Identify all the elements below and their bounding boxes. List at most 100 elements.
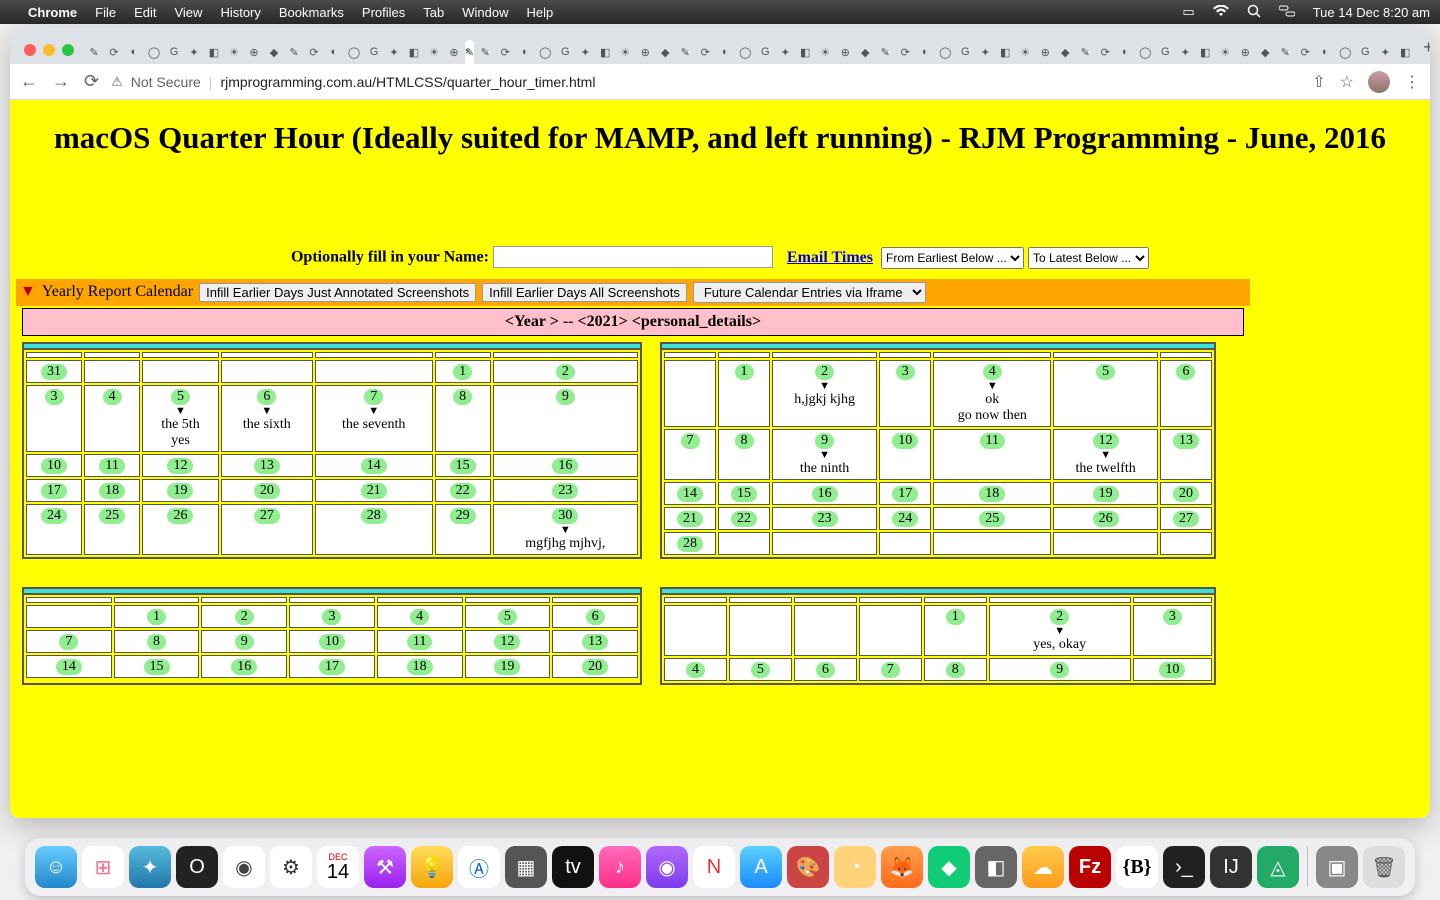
calendar-cell[interactable]: 16: [772, 482, 877, 505]
tab-inactive[interactable]: ✦: [776, 40, 794, 64]
calendar-cell[interactable]: 18: [933, 482, 1051, 505]
tab-inactive[interactable]: ◧: [996, 40, 1014, 64]
calendar-cell[interactable]: 1: [718, 360, 770, 427]
tab-inactive[interactable]: ◆: [265, 40, 283, 64]
calendar-cell[interactable]: 23: [493, 479, 638, 502]
email-times-link[interactable]: Email Times: [787, 249, 873, 266]
spotlight-icon[interactable]: [1247, 4, 1261, 21]
dock-launchpad-icon[interactable]: ⊞: [82, 846, 124, 888]
tab-inactive[interactable]: ☀: [1016, 40, 1034, 64]
calendar-cell[interactable]: 4: [377, 605, 463, 628]
battery-icon[interactable]: ▭: [1182, 4, 1194, 20]
calendar-cell[interactable]: [664, 360, 716, 427]
calendar-cell[interactable]: [1053, 532, 1157, 555]
calendar-cell[interactable]: 27: [221, 504, 313, 555]
tab-inactive[interactable]: ◧: [1196, 40, 1214, 64]
calendar-cell[interactable]: 28: [315, 504, 433, 555]
dock-calendar-icon[interactable]: DEC 14: [317, 846, 359, 888]
calendar-cell[interactable]: 25: [933, 507, 1051, 530]
calendar-cell[interactable]: [879, 532, 931, 555]
calendar-cell[interactable]: 30▼mgfjhg mjhvj,: [493, 504, 638, 555]
share-icon[interactable]: ⇧: [1312, 72, 1325, 92]
calendar-cell[interactable]: [142, 360, 219, 383]
tab-inactive[interactable]: ✦: [576, 40, 594, 64]
dock-podcasts-icon[interactable]: ◉: [646, 846, 688, 888]
dock-chrome-icon[interactable]: ◉: [223, 846, 265, 888]
calendar-cell[interactable]: 17: [879, 482, 931, 505]
tab-inactive[interactable]: ☀: [816, 40, 834, 64]
calendar-cell[interactable]: 31: [26, 360, 82, 383]
tab-inactive[interactable]: ⟳: [896, 40, 914, 64]
calendar-cell[interactable]: [794, 605, 857, 656]
dock-app-3-icon[interactable]: ◆: [928, 846, 970, 888]
calendar-cell[interactable]: 16: [493, 454, 638, 477]
tab-inactive[interactable]: ✦: [976, 40, 994, 64]
menu-window[interactable]: Window: [462, 5, 508, 20]
tab-inactive[interactable]: ◯: [1136, 40, 1154, 64]
new-tab-button[interactable]: +: [1415, 37, 1430, 64]
calendar-cell[interactable]: 3: [1133, 605, 1212, 656]
tab-inactive[interactable]: ✦: [1176, 40, 1194, 64]
dock-intellij-icon[interactable]: IJ: [1210, 846, 1252, 888]
dock-downloads-icon[interactable]: ▣: [1316, 846, 1358, 888]
calendar-cell[interactable]: 19: [142, 479, 219, 502]
tab-inactive[interactable]: ✎: [876, 40, 894, 64]
calendar-cell[interactable]: 6: [1160, 360, 1212, 427]
tab-inactive[interactable]: ⊕: [836, 40, 854, 64]
calendar-cell[interactable]: 10: [1133, 658, 1212, 681]
calendar-cell[interactable]: 2▼yes, okay: [989, 605, 1131, 656]
tab-inactive[interactable]: ◯: [736, 40, 754, 64]
dock-app-4-icon[interactable]: ◧: [975, 846, 1017, 888]
calendar-cell[interactable]: 7: [26, 630, 112, 653]
tab-inactive[interactable]: ⊕: [445, 40, 463, 64]
zoom-window-button[interactable]: [62, 44, 74, 56]
calendar-cell[interactable]: 14: [315, 454, 433, 477]
calendar-cell[interactable]: 17: [26, 479, 82, 502]
dock-firefox-icon[interactable]: 🦊: [881, 846, 923, 888]
dock-opera-icon[interactable]: O: [176, 846, 218, 888]
dock-app-5-icon[interactable]: ☁: [1022, 846, 1064, 888]
bookmark-star-icon[interactable]: ☆: [1340, 72, 1354, 92]
dock-tips-icon[interactable]: 💡: [411, 846, 453, 888]
tab-inactive[interactable]: ◯: [345, 40, 363, 64]
calendar-cell[interactable]: [933, 532, 1051, 555]
infill-all-button[interactable]: Infill Earlier Days All Screenshots: [482, 283, 687, 302]
calendar-cell[interactable]: [315, 360, 433, 383]
calendar-cell[interactable]: 13: [1160, 429, 1212, 480]
calendar-cell[interactable]: 12: [142, 454, 219, 477]
tab-inactive[interactable]: ⟳: [496, 40, 514, 64]
tab-inactive[interactable]: ◆: [1256, 40, 1274, 64]
calendar-cell[interactable]: 3: [289, 605, 375, 628]
calendar-cell[interactable]: [84, 360, 140, 383]
calendar-cell[interactable]: [729, 605, 792, 656]
calendar-cell[interactable]: 20: [221, 479, 313, 502]
calendar-cell[interactable]: 11: [84, 454, 140, 477]
calendar-cell[interactable]: 15: [718, 482, 770, 505]
calendar-cell[interactable]: 4: [664, 658, 727, 681]
menu-history[interactable]: History: [220, 5, 260, 20]
calendar-cell[interactable]: 8: [718, 429, 770, 480]
calendar-cell[interactable]: 19: [465, 655, 551, 678]
tab-inactive[interactable]: ◐: [125, 40, 143, 64]
calendar-cell[interactable]: 3: [879, 360, 931, 427]
calendar-cell[interactable]: 2: [201, 605, 287, 628]
calendar-cell[interactable]: 15: [114, 655, 200, 678]
calendar-cell[interactable]: 28: [664, 532, 716, 555]
calendar-cell[interactable]: 23: [772, 507, 877, 530]
calendar-cell[interactable]: [772, 532, 877, 555]
tab-inactive[interactable]: ◧: [796, 40, 814, 64]
calendar-cell[interactable]: 5: [465, 605, 551, 628]
calendar-cell[interactable]: 1: [435, 360, 491, 383]
tab-inactive[interactable]: G: [756, 40, 774, 64]
calendar-cell[interactable]: 2: [493, 360, 638, 383]
future-entries-select[interactable]: Future Calendar Entries via Iframe: [693, 282, 926, 303]
calendar-cell[interactable]: 24: [26, 504, 82, 555]
calendar-cell[interactable]: 14: [664, 482, 716, 505]
tab-inactive[interactable]: ✎: [676, 40, 694, 64]
calendar-cell[interactable]: 13: [552, 630, 638, 653]
control-center-icon[interactable]: [1279, 5, 1295, 20]
calendar-cell[interactable]: 12▼the twelfth: [1053, 429, 1157, 480]
dock-filezilla-icon[interactable]: Fz: [1069, 846, 1111, 888]
calendar-cell[interactable]: 21: [315, 479, 433, 502]
dock-paint-icon[interactable]: 🎨: [787, 846, 829, 888]
